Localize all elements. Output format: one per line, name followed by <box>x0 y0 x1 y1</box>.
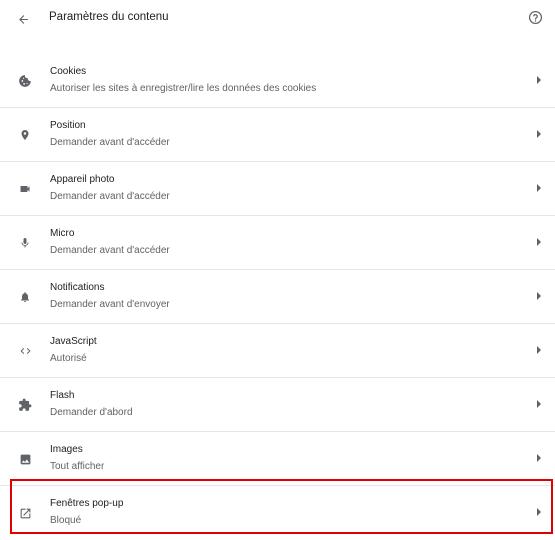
puzzle-icon <box>16 396 34 414</box>
setting-label: Cookies <box>50 66 87 77</box>
setting-row-popups[interactable]: Fenêtres pop-up Bloqué <box>0 486 555 540</box>
code-icon <box>16 342 34 360</box>
help-circle-icon <box>528 10 543 25</box>
setting-label: Micro <box>50 228 75 239</box>
setting-row-camera[interactable]: Appareil photo Demander avant d'accéder <box>0 162 555 216</box>
setting-label: Flash <box>50 390 75 401</box>
page-title: Paramètres du contenu <box>49 11 169 23</box>
cookie-icon <box>16 72 34 90</box>
setting-status: Bloqué <box>50 515 82 526</box>
setting-status: Demander avant d'accéder <box>50 245 170 256</box>
chevron-right-icon <box>537 292 541 300</box>
chevron-right-icon <box>537 184 541 192</box>
setting-status: Autoriser les sites à enregistrer/lire l… <box>50 83 317 94</box>
setting-row-position[interactable]: Position Demander avant d'accéder <box>0 108 555 162</box>
open-in-new-icon <box>16 504 34 522</box>
setting-label: JavaScript <box>50 336 97 347</box>
chevron-right-icon <box>537 130 541 138</box>
page-header: Paramètres du contenu <box>0 0 555 40</box>
back-button[interactable] <box>14 10 32 28</box>
image-icon <box>16 450 34 468</box>
setting-row-flash[interactable]: Flash Demander d'abord <box>0 378 555 432</box>
chevron-right-icon <box>537 346 541 354</box>
location-pin-icon <box>16 126 34 144</box>
setting-status: Demander d'abord <box>50 407 133 418</box>
setting-label: Appareil photo <box>50 174 115 185</box>
setting-row-images[interactable]: Images Tout afficher <box>0 432 555 486</box>
setting-row-javascript[interactable]: JavaScript Autorisé <box>0 324 555 378</box>
chevron-right-icon <box>537 76 541 84</box>
setting-row-cookies[interactable]: Cookies Autoriser les sites à enregistre… <box>0 54 555 108</box>
chevron-right-icon <box>537 454 541 462</box>
setting-row-micro[interactable]: Micro Demander avant d'accéder <box>0 216 555 270</box>
chevron-right-icon <box>537 400 541 408</box>
setting-status: Demander avant d'envoyer <box>50 299 170 310</box>
setting-status: Demander avant d'accéder <box>50 191 170 202</box>
setting-status: Demander avant d'accéder <box>50 137 170 148</box>
setting-label: Images <box>50 444 83 455</box>
setting-label: Position <box>50 120 86 131</box>
setting-status: Autorisé <box>50 353 87 364</box>
arrow-back-icon <box>18 14 28 24</box>
setting-row-notifications[interactable]: Notifications Demander avant d'envoyer <box>0 270 555 324</box>
content-settings-list: Cookies Autoriser les sites à enregistre… <box>0 54 555 540</box>
camera-icon <box>16 180 34 198</box>
setting-label: Fenêtres pop-up <box>50 498 124 509</box>
chevron-right-icon <box>537 508 541 516</box>
help-button[interactable] <box>528 10 544 26</box>
chevron-right-icon <box>537 238 541 246</box>
bell-icon <box>16 288 34 306</box>
setting-label: Notifications <box>50 282 105 293</box>
microphone-icon <box>16 234 34 252</box>
setting-status: Tout afficher <box>50 461 105 472</box>
